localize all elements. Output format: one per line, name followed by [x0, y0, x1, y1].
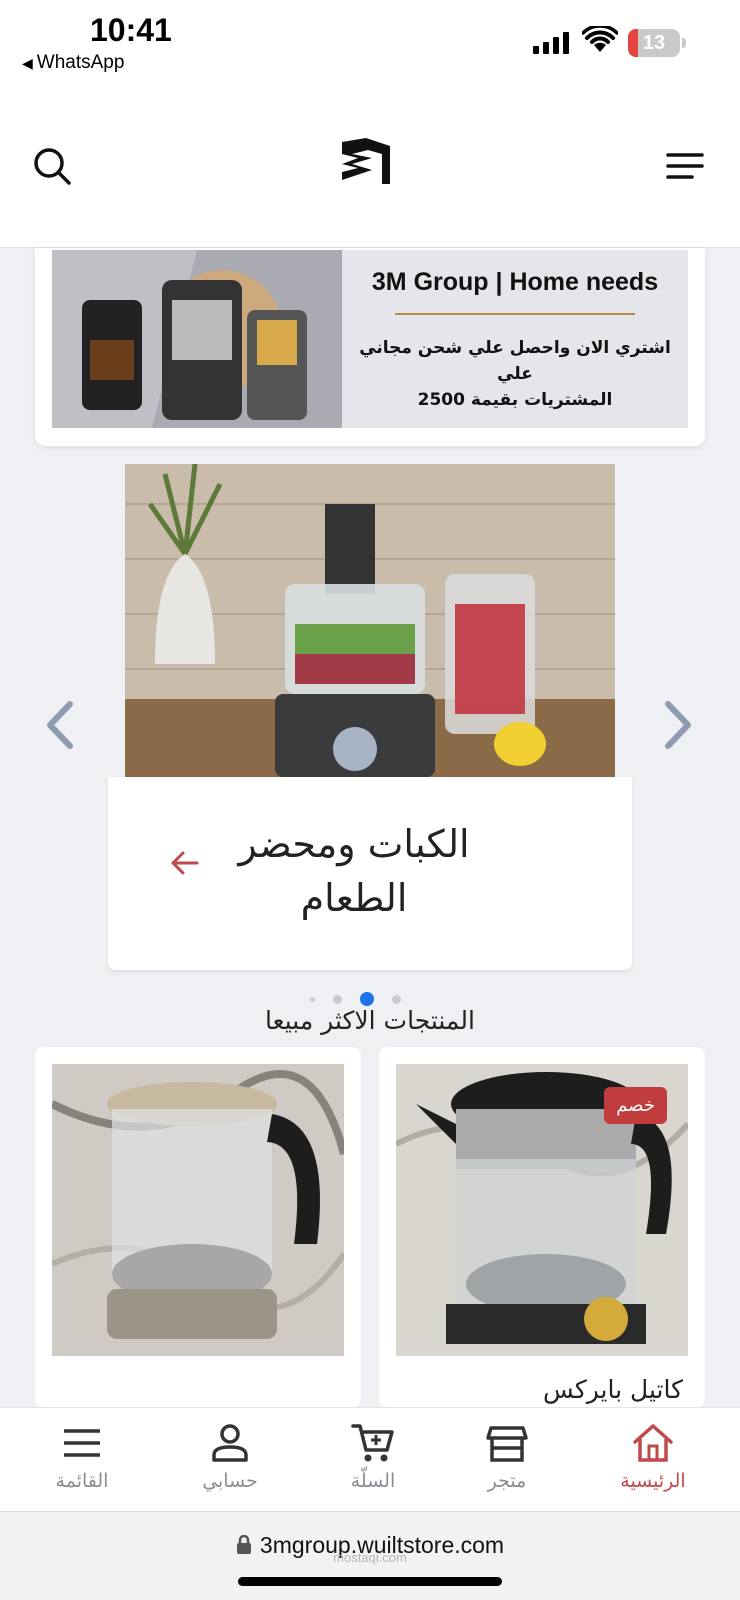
product-card[interactable]: خصم كاتيل بايركس	[379, 1047, 705, 1407]
account-icon	[212, 1424, 248, 1462]
nav-home-label: الرئيسية	[620, 1470, 686, 1492]
wifi-icon	[582, 26, 618, 52]
promo-divider	[395, 313, 635, 315]
slider-next-arrow-icon[interactable]	[662, 700, 694, 750]
pagination-dot[interactable]	[310, 996, 315, 1002]
cellular-signal-icon	[533, 32, 569, 54]
home-indicator[interactable]	[238, 1577, 502, 1586]
promo-banner-inner: 3M Group | Home needs اشتري الان واحصل ع…	[52, 250, 688, 428]
status-bar: 10:41 ◀ WhatsApp 13	[0, 0, 740, 90]
arrow-left-icon[interactable]	[170, 851, 200, 875]
product-image[interactable]	[52, 1064, 344, 1356]
hamburger-menu-icon[interactable]	[666, 152, 704, 180]
promo-text: 3M Group | Home needs اشتري الان واحصل ع…	[342, 250, 688, 428]
brand-logo[interactable]	[338, 136, 394, 192]
nav-home[interactable]: الرئيسية	[583, 1408, 723, 1512]
nav-cart-label: السلّة	[350, 1470, 396, 1492]
promo-subtitle-line1: اشتري الان واحصل علي شحن مجاني علي	[359, 338, 671, 384]
slider-prev-arrow-icon[interactable]	[44, 700, 76, 750]
store-icon	[486, 1426, 528, 1462]
site-header	[0, 90, 740, 248]
slider-title-line2: الطعام	[300, 876, 408, 920]
nav-account[interactable]: حسابي	[160, 1408, 300, 1512]
pagination-dot[interactable]	[333, 994, 342, 1004]
nav-menu-label: القائمة	[55, 1470, 109, 1492]
battery-indicator: 13	[628, 29, 680, 57]
nav-store-label: متجر	[487, 1470, 527, 1492]
back-to-app-link[interactable]: ◀ WhatsApp	[22, 52, 124, 74]
slider-caption-card[interactable]: الكبات ومحضر الطعام	[108, 777, 632, 970]
promo-subtitle-line2: المشتريات بقيمة 2500	[417, 390, 613, 410]
best-sellers-title: المنتجات الاكثر مبيعا	[265, 1006, 475, 1035]
bottom-navigation: الرئيسية متجر السلّة حسابي القائمة	[0, 1407, 740, 1511]
nav-store[interactable]: متجر	[437, 1408, 577, 1512]
product-card[interactable]	[35, 1047, 361, 1407]
nav-menu[interactable]: القائمة	[12, 1408, 152, 1512]
watermark: mostaqi.com	[333, 1550, 407, 1565]
slider-pagination	[310, 992, 401, 1006]
nav-account-label: حسابي	[202, 1470, 258, 1492]
slider-image[interactable]	[125, 464, 615, 777]
cart-icon	[351, 1424, 394, 1462]
back-triangle-icon: ◀	[22, 55, 33, 71]
slider-title-line1: الكبات ومحضر	[238, 822, 470, 866]
discount-badge: خصم	[604, 1087, 667, 1124]
back-app-label: WhatsApp	[36, 52, 125, 73]
promo-banner[interactable]: 3M Group | Home needs اشتري الان واحصل ع…	[35, 248, 705, 446]
browser-url-bar[interactable]: 3mgroup.wuiltstore.com mostaqi.com	[0, 1511, 740, 1600]
search-icon[interactable]	[32, 146, 72, 186]
promo-title: 3M Group | Home needs	[371, 268, 659, 296]
nav-cart[interactable]: السلّة	[303, 1408, 443, 1512]
appliances-image	[52, 250, 342, 428]
battery-tip	[682, 38, 686, 48]
home-icon	[633, 1424, 673, 1462]
pagination-dot[interactable]	[392, 994, 401, 1004]
battery-level: 13	[642, 31, 666, 54]
product-name[interactable]: كاتيل بايركس	[543, 1375, 683, 1404]
pagination-dot-active[interactable]	[360, 992, 374, 1006]
slider-title: الكبات ومحضر الطعام	[174, 817, 534, 925]
status-time: 10:41	[90, 12, 172, 48]
list-menu-icon	[64, 1429, 100, 1457]
